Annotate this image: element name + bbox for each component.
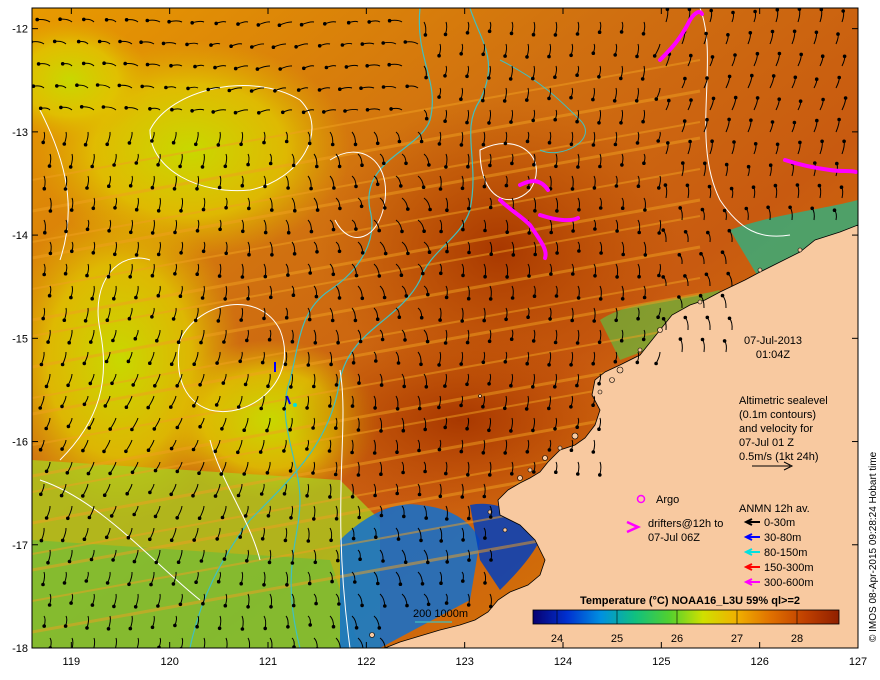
- colorbar-tick-label: 27: [731, 633, 743, 645]
- y-tick-label: -13: [12, 127, 28, 139]
- argo-label: Argo: [656, 494, 679, 506]
- drifters-label-line: 07-Jul 06Z: [648, 532, 700, 544]
- x-tick-label: 125: [652, 656, 670, 668]
- x-tick-label: 122: [357, 656, 375, 668]
- x-tick-label: 124: [554, 656, 572, 668]
- x-axis-labels: 119 120 121 122 123 124 125 126 127: [63, 656, 868, 668]
- colorbar-ramp: [532, 609, 840, 625]
- y-tick-label: -16: [12, 437, 28, 449]
- x-tick-label: 123: [455, 656, 473, 668]
- y-tick-label: -18: [12, 643, 28, 655]
- anmn-label: 80-150m: [764, 547, 807, 559]
- anmn-label: 30-80m: [764, 532, 801, 544]
- y-tick-label: -14: [12, 230, 28, 242]
- colorbar-tick-label: 24: [551, 633, 563, 645]
- anmn-label: 300-600m: [764, 577, 814, 589]
- x-tick-label: 121: [259, 656, 277, 668]
- altimetry-note-line: 0.5m/s (1kt 24h): [739, 451, 818, 463]
- altimetry-note-line: 07-Jul 01 Z: [739, 437, 794, 449]
- y-tick-label: -17: [12, 540, 28, 552]
- y-axis-labels: -12 -13 -14 -15 -16 -17 -18: [12, 24, 28, 655]
- bathy-legend-label: 200 1000m: [413, 608, 468, 620]
- colorbar-tick-label: 26: [671, 633, 683, 645]
- credit-text: © IMOS 08-Apr-2015 09:28:24 Hobart time: [868, 451, 879, 642]
- anmn-label: 0-30m: [764, 517, 795, 529]
- sst-map: 119 120 121 122 123 124 125 126 127 -12 -13 -14 -15…: [12, 7, 879, 668]
- colorbar-tick-label: 25: [611, 633, 623, 645]
- colorbar-title: Temperature (°C) NOAA16_L3U 59% ql>=2: [580, 595, 800, 607]
- y-tick-label: -12: [12, 24, 28, 36]
- time-label: 01:04Z: [756, 349, 791, 361]
- altimetry-note-line: and velocity for: [739, 423, 813, 435]
- map-plot-area: [32, 8, 858, 648]
- anmn-title: ANMN 12h av.: [739, 503, 810, 515]
- x-tick-label: 126: [750, 656, 768, 668]
- anmn-label: 150-300m: [764, 562, 814, 574]
- drifters-label-line: drifters@12h to: [648, 518, 723, 530]
- x-tick-label: 127: [849, 656, 867, 668]
- date-label: 07-Jul-2013: [744, 335, 802, 347]
- y-tick-label: -15: [12, 333, 28, 345]
- colorbar-tick-label: 28: [791, 633, 803, 645]
- x-tick-label: 119: [63, 656, 81, 668]
- altimetry-note-line: (0.1m contours): [739, 409, 816, 421]
- x-tick-label: 120: [160, 656, 178, 668]
- altimetry-note-line: Altimetric sealevel: [739, 395, 828, 407]
